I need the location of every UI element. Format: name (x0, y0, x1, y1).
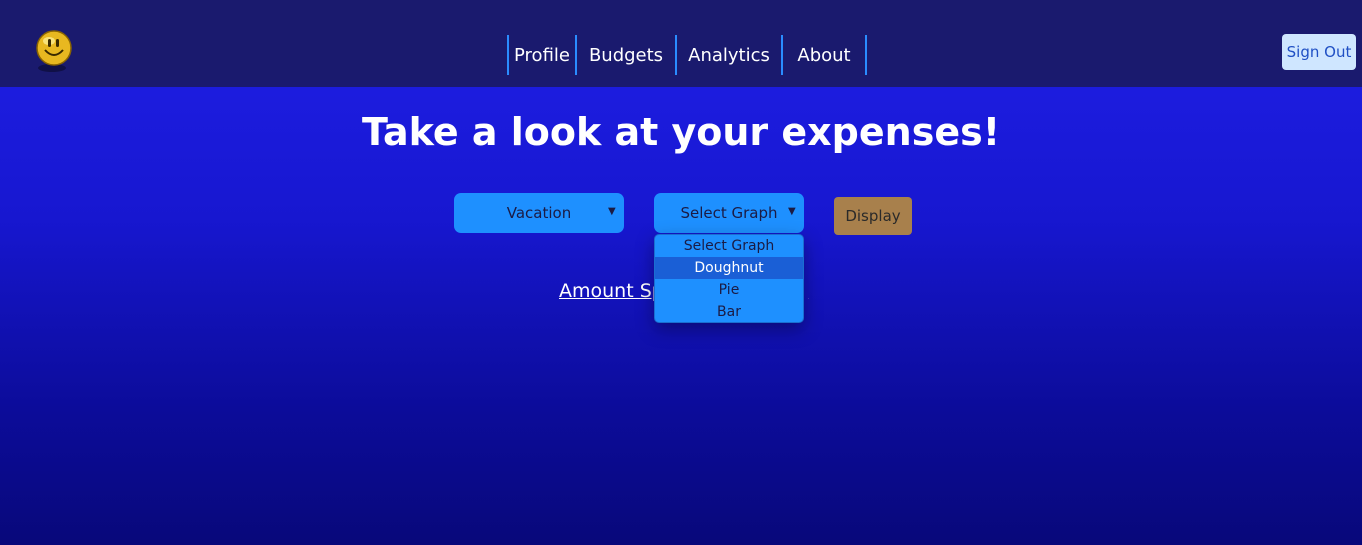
nav-analytics-link[interactable]: Analytics (677, 35, 783, 75)
nav-profile-link[interactable]: Profile (507, 35, 577, 75)
nav-budgets-link[interactable]: Budgets (577, 35, 677, 75)
graph-option-pie[interactable]: Pie (655, 279, 803, 301)
graph-option-doughnut[interactable]: Doughnut (655, 257, 803, 279)
nav-links: Profile Budgets Analytics About (507, 35, 867, 75)
sign-out-button[interactable]: Sign Out (1282, 34, 1356, 70)
graph-option-select-graph[interactable]: Select Graph (655, 235, 803, 257)
nav-about-link[interactable]: About (783, 35, 867, 75)
display-button[interactable]: Display (834, 197, 912, 235)
budget-select[interactable]: Vacation ▼ (454, 193, 624, 233)
graph-option-bar[interactable]: Bar (655, 301, 803, 322)
graph-type-dropdown: Select Graph Doughnut Pie Bar (654, 234, 804, 323)
smiley-logo-icon[interactable] (35, 28, 73, 74)
chevron-down-icon: ▼ (608, 206, 616, 217)
budget-select-value: Vacation (506, 204, 572, 222)
graph-select-value: Select Graph (680, 204, 778, 222)
navbar: Profile Budgets Analytics About Sign Out (0, 0, 1362, 87)
graph-type-select[interactable]: Select Graph ▼ (654, 193, 804, 233)
page-title: Take a look at your expenses! (361, 110, 1001, 154)
chevron-down-icon: ▼ (788, 206, 796, 217)
amount-spent-link-text: Amount Sp (559, 280, 664, 302)
